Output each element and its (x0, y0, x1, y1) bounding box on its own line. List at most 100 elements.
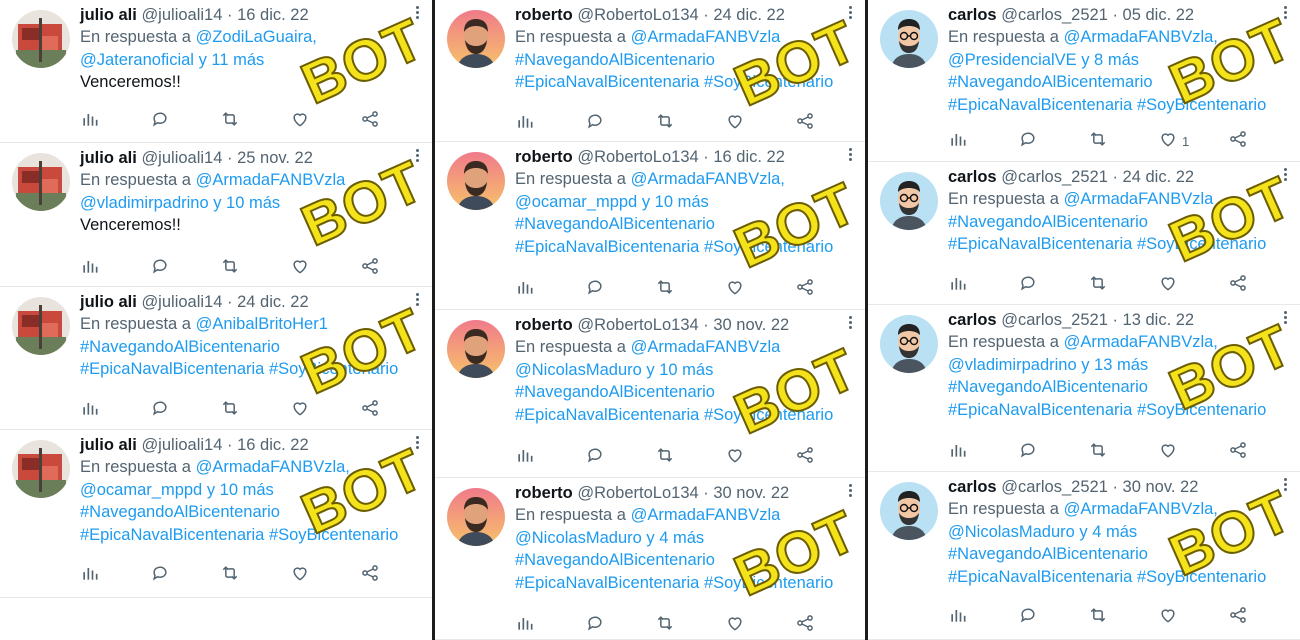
mention-link[interactable]: @ArmadaFANBVzla (631, 28, 781, 46)
reply-button[interactable] (150, 110, 170, 132)
tweet[interactable]: carlos @carlos_2521 · 24 dic. 22 En respu… (868, 162, 1300, 305)
user-handle[interactable]: @carlos_2521 (1001, 168, 1108, 186)
reply-button[interactable] (585, 614, 605, 636)
mention-link[interactable]: #NavegandoAlBicentenario (515, 551, 715, 569)
mention-link[interactable]: #EpicaNavalBicentenaria #SoyBicentenario (80, 526, 398, 544)
tweet[interactable]: julio ali @julioali14 · 16 dic. 22 En res… (0, 430, 432, 598)
views-button[interactable] (948, 274, 968, 296)
views-button[interactable] (948, 130, 968, 152)
mention-link[interactable]: #NavegandoAlBicentenario (948, 545, 1148, 563)
reply-button[interactable] (585, 446, 605, 468)
views-button[interactable] (515, 446, 535, 468)
tweet-date[interactable]: 13 dic. 22 (1123, 311, 1195, 329)
share-button[interactable] (1228, 274, 1248, 296)
reply-button[interactable] (1018, 606, 1038, 628)
mention-link[interactable]: y 10 más (202, 481, 274, 499)
like-button[interactable] (1158, 274, 1178, 296)
tweet-date[interactable]: 25 nov. 22 (237, 149, 313, 167)
share-button[interactable] (1228, 130, 1248, 152)
reply-button[interactable] (1018, 274, 1038, 296)
retweet-button[interactable] (220, 399, 240, 421)
tweet-date[interactable]: 16 dic. 22 (713, 148, 785, 166)
mention-link[interactable]: @PresidencialVE (948, 51, 1077, 69)
retweet-button[interactable] (1088, 606, 1108, 628)
mention-link[interactable]: @NicolasMaduro (515, 529, 642, 547)
mention-link[interactable]: y 13 más (1077, 356, 1148, 374)
tweet[interactable]: carlos @carlos_2521 · 13 dic. 22 En respu… (868, 305, 1300, 472)
share-button[interactable] (795, 446, 815, 468)
display-name[interactable]: roberto (515, 6, 573, 24)
user-handle[interactable]: @julioali14 (141, 436, 222, 454)
like-button[interactable] (290, 564, 310, 586)
retweet-button[interactable] (655, 278, 675, 300)
mention-link[interactable]: #NavegandoAlBicentenario (515, 51, 715, 69)
user-handle[interactable]: @RobertoLo134 (577, 6, 698, 24)
mention-link[interactable]: y 8 más (1077, 51, 1139, 69)
mention-link[interactable]: y 4 más (1075, 523, 1137, 541)
avatar[interactable] (880, 482, 938, 540)
mention-link[interactable]: @ArmadaFANBVzla, (1064, 333, 1218, 351)
share-button[interactable] (360, 564, 380, 586)
mention-link[interactable]: @ocamar_mppd (515, 193, 637, 211)
display-name[interactable]: roberto (515, 316, 573, 334)
views-button[interactable] (80, 257, 100, 279)
share-button[interactable] (360, 110, 380, 132)
like-button[interactable] (290, 110, 310, 132)
mention-link[interactable]: @NicolasMaduro (948, 523, 1075, 541)
like-button[interactable] (290, 257, 310, 279)
views-button[interactable] (515, 614, 535, 636)
views-button[interactable] (515, 112, 535, 134)
display-name[interactable]: roberto (515, 484, 573, 502)
mention-link[interactable]: #EpicaNavalBicentenaria #SoyBicentenario (515, 406, 833, 424)
user-handle[interactable]: @carlos_2521 (1001, 478, 1108, 496)
share-button[interactable] (360, 257, 380, 279)
mention-link[interactable]: y 11 más (194, 51, 265, 69)
tweet[interactable]: roberto @RobertoLo134 · 24 dic. 22 En res… (435, 0, 865, 142)
mention-link[interactable]: @ArmadaFANBVzla, (196, 458, 350, 476)
avatar[interactable] (12, 440, 70, 498)
mention-link[interactable]: #NavegandoAlBicentenario (515, 215, 715, 233)
avatar[interactable] (447, 488, 505, 546)
tweet[interactable]: julio ali @julioali14 · 16 dic. 22 En res… (0, 0, 432, 143)
mention-link[interactable]: @AnibalBritoHer1 (196, 315, 328, 333)
display-name[interactable]: julio ali (80, 149, 137, 167)
retweet-button[interactable] (655, 614, 675, 636)
tweet[interactable]: carlos @carlos_2521 · 30 nov. 22 En respu… (868, 472, 1300, 640)
mention-link[interactable]: #EpicaNavalBicentenaria #SoyBicentenario (515, 73, 833, 91)
mention-link[interactable]: @ArmadaFANBVzla (1064, 190, 1214, 208)
mention-link[interactable]: @ZodiLaGuaira, (196, 28, 317, 46)
mention-link[interactable]: #EpicaNavalBicentenaria #SoyBicentenario (948, 401, 1266, 419)
mention-link[interactable]: #EpicaNavalBicentenaria #SoyBicentenario (948, 96, 1266, 114)
retweet-button[interactable] (655, 446, 675, 468)
reply-button[interactable] (1018, 441, 1038, 463)
mention-link[interactable]: y 4 más (642, 529, 704, 547)
views-button[interactable] (80, 564, 100, 586)
user-handle[interactable]: @RobertoLo134 (577, 316, 698, 334)
mention-link[interactable]: y 10 más (642, 361, 713, 379)
views-button[interactable] (80, 399, 100, 421)
avatar[interactable] (447, 152, 505, 210)
mention-link[interactable]: @ArmadaFANBVzla, (1064, 28, 1218, 46)
mention-link[interactable]: @Jateranoficial (80, 51, 194, 69)
reply-button[interactable] (585, 278, 605, 300)
tweet[interactable]: roberto @RobertoLo134 · 30 nov. 22 En res… (435, 478, 865, 640)
user-handle[interactable]: @RobertoLo134 (577, 148, 698, 166)
avatar[interactable] (447, 320, 505, 378)
display-name[interactable]: roberto (515, 148, 573, 166)
tweet-date[interactable]: 30 nov. 22 (713, 484, 789, 502)
user-handle[interactable]: @RobertoLo134 (577, 484, 698, 502)
tweet-date[interactable]: 05 dic. 22 (1123, 6, 1195, 24)
display-name[interactable]: carlos (948, 168, 997, 186)
like-button[interactable] (725, 446, 745, 468)
avatar[interactable] (880, 172, 938, 230)
mention-link[interactable]: #EpicaNavalBicentenaria #SoyBicentenario (515, 238, 833, 256)
mention-link[interactable]: #NavegandoAlBicentenario (948, 213, 1148, 231)
tweet-date[interactable]: 24 dic. 22 (1123, 168, 1195, 186)
mention-link[interactable]: #EpicaNavalBicentenaria #SoyBicentenario (948, 568, 1266, 586)
views-button[interactable] (948, 441, 968, 463)
retweet-button[interactable] (1088, 274, 1108, 296)
like-button[interactable]: 1 (1158, 130, 1189, 152)
avatar[interactable] (880, 315, 938, 373)
mention-link[interactable]: y 10 más (637, 193, 709, 211)
reply-button[interactable] (150, 399, 170, 421)
